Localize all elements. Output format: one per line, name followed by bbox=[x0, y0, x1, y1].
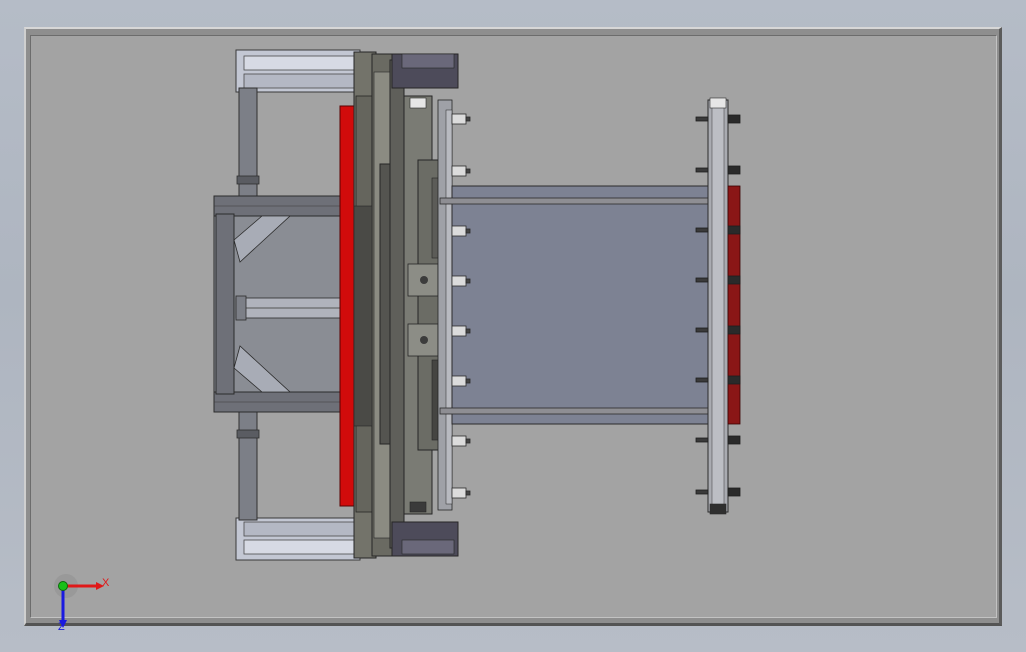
center-plate[interactable] bbox=[451, 185, 713, 425]
tie-rod-top[interactable] bbox=[439, 197, 717, 205]
right-red-pad[interactable] bbox=[727, 185, 741, 425]
x-axis-label: X bbox=[102, 577, 110, 589]
y-axis-dot bbox=[58, 581, 68, 591]
graphics-viewport[interactable]: X Z bbox=[0, 0, 1026, 652]
tie-rod-bottom[interactable] bbox=[439, 407, 717, 415]
slide-mechanism[interactable] bbox=[403, 95, 453, 515]
z-axis-label: Z bbox=[58, 621, 65, 633]
left-frame[interactable] bbox=[213, 49, 361, 561]
cad-model-top-view[interactable] bbox=[0, 0, 1026, 652]
right-end-plate[interactable] bbox=[707, 97, 741, 515]
